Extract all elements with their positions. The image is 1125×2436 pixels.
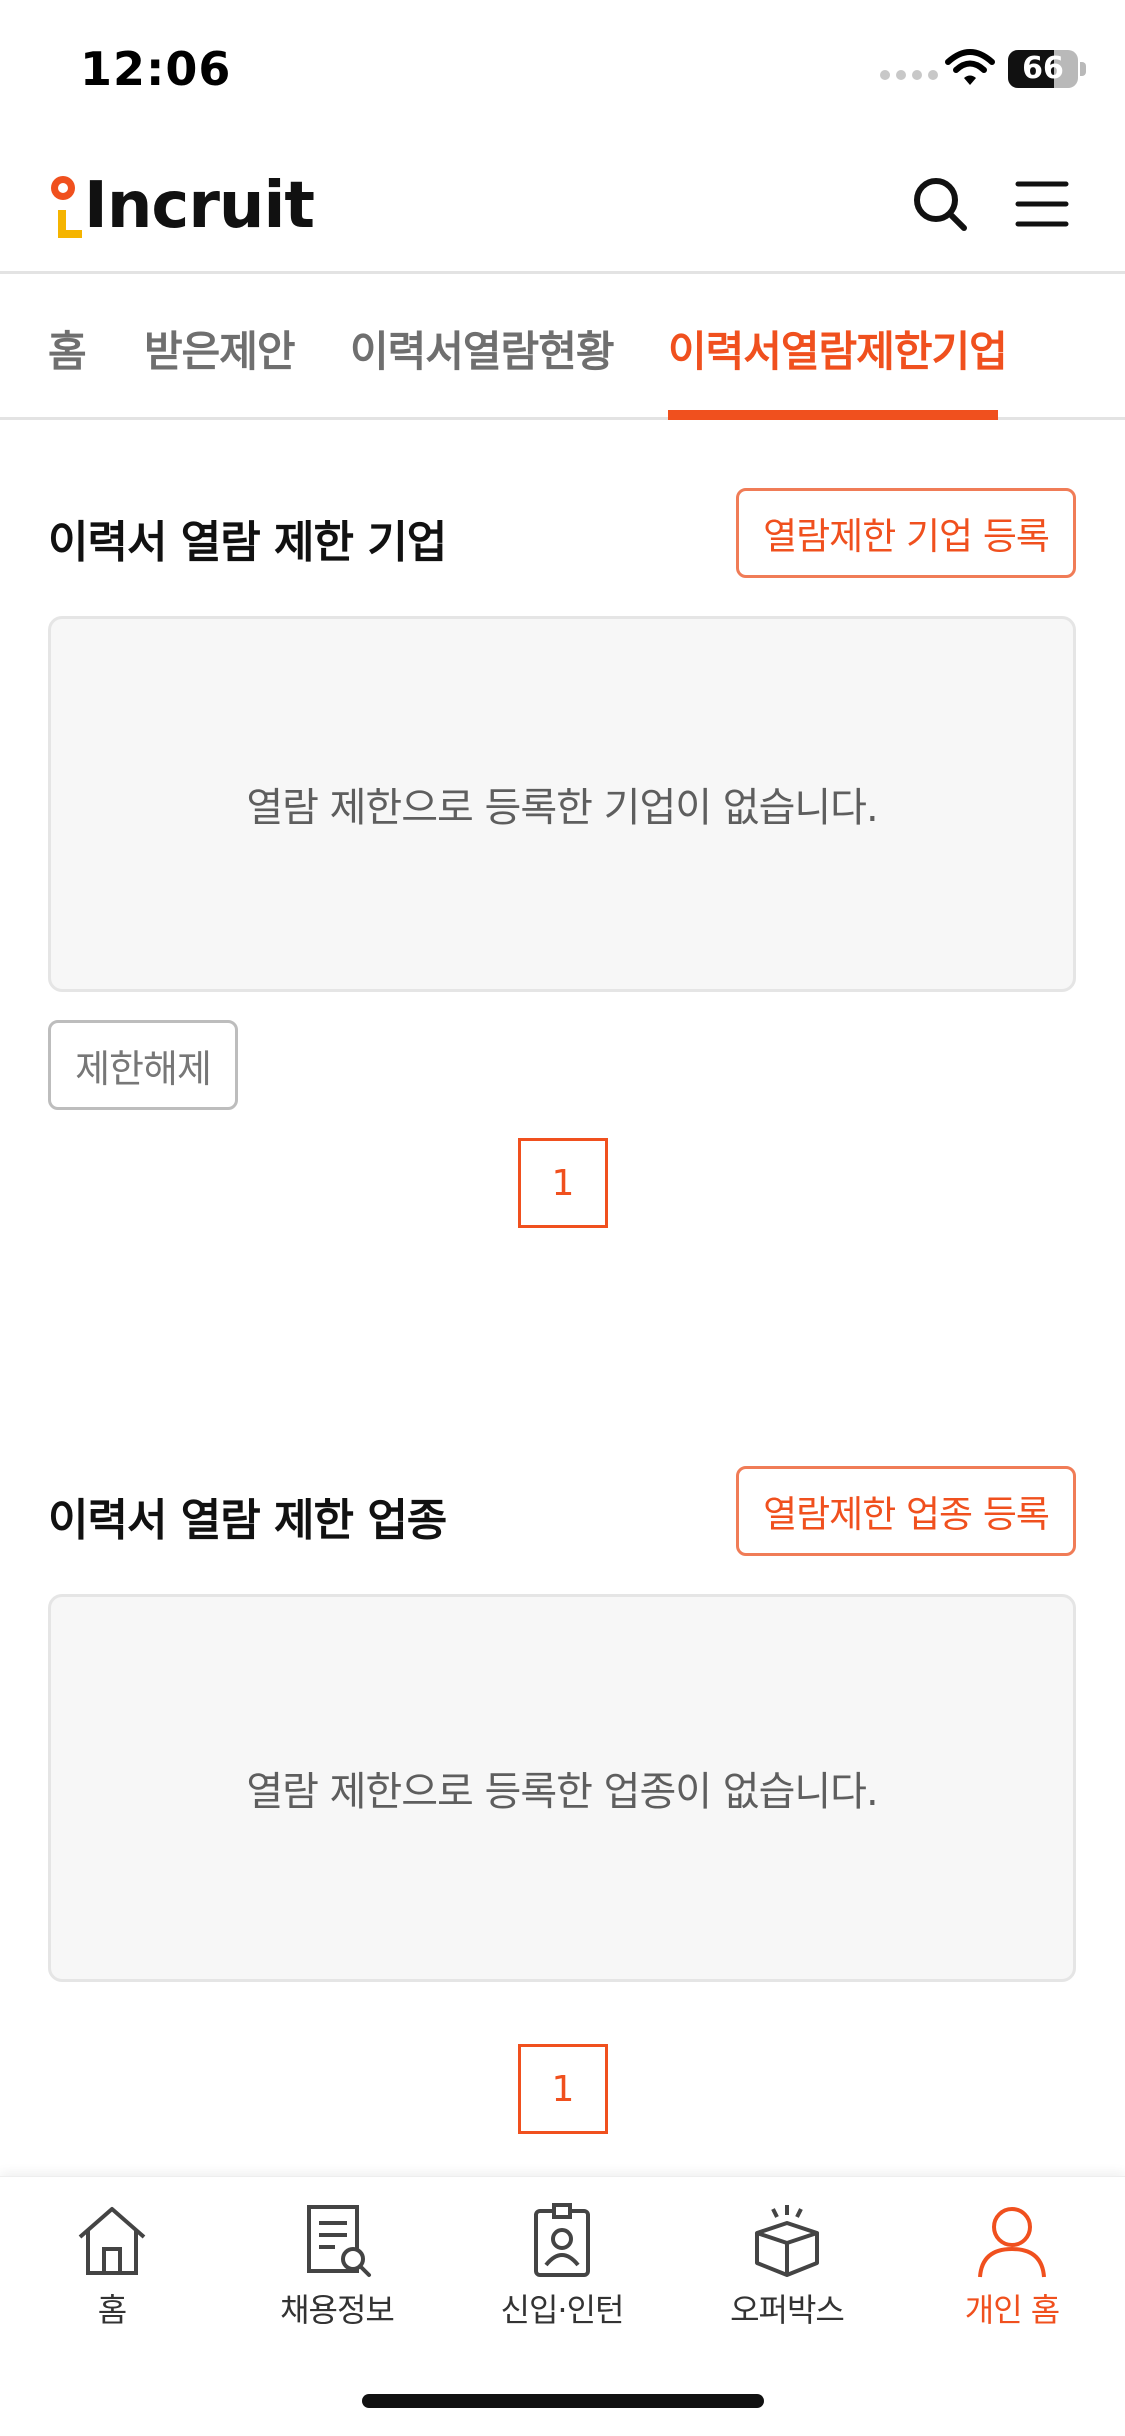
nav-newcomer-intern[interactable]: 신입·인턴 <box>472 2201 652 2331</box>
nav-home-label: 홈 <box>97 2291 127 2329</box>
cellular-signal-icon <box>880 70 938 80</box>
status-bar: 12:06 66 <box>0 0 1125 140</box>
nav-offer-box[interactable]: 오퍼박스 <box>697 2201 877 2331</box>
company-empty-box: 열람 제한으로 등록한 기업이 없습니다. <box>48 616 1076 992</box>
nav-newcomer-intern-label: 신입·인턴 <box>500 2291 625 2329</box>
app-screen: 12:06 66 Incruit 홈 받은제안 이력서열람현황 이력서열람제한기… <box>0 0 1125 2436</box>
active-tab-indicator <box>668 410 998 420</box>
nav-personal-home-label: 개인 홈 <box>964 2291 1060 2329</box>
home-indicator[interactable] <box>362 2394 764 2408</box>
release-restriction-button[interactable]: 제한해제 <box>48 1020 238 1110</box>
wifi-icon <box>945 49 995 85</box>
nav-offer-box-label: 오퍼박스 <box>730 2291 845 2329</box>
logo-mark-icon <box>51 176 82 238</box>
id-badge-icon <box>534 2203 590 2277</box>
company-page-1[interactable]: 1 <box>518 1138 608 1228</box>
gift-box-icon <box>755 2205 819 2277</box>
company-section-title: 이력서 열람 제한 기업 <box>48 517 447 568</box>
logo-text: Incruit <box>84 169 315 243</box>
industry-empty-box: 열람 제한으로 등록한 업종이 없습니다. <box>48 1594 1076 1982</box>
industry-section-title: 이력서 열람 제한 업종 <box>48 1495 447 1546</box>
search-icon[interactable] <box>910 174 970 234</box>
tab-bar: 홈 받은제안 이력서열람현황 이력서열람제한기업 <box>0 274 1125 420</box>
nav-job-info[interactable]: 채용정보 <box>247 2201 427 2331</box>
tab-resume-views[interactable]: 이력서열람현황 <box>350 318 614 379</box>
tab-home[interactable]: 홈 <box>48 318 87 379</box>
industry-page-1[interactable]: 1 <box>518 2044 608 2134</box>
register-company-button[interactable]: 열람제한 기업 등록 <box>736 488 1076 578</box>
register-industry-button[interactable]: 열람제한 업종 등록 <box>736 1466 1076 1556</box>
company-empty-message: 열람 제한으로 등록한 기업이 없습니다. <box>246 785 878 831</box>
nav-home[interactable]: 홈 <box>22 2201 202 2331</box>
status-time: 12:06 <box>80 42 232 96</box>
app-header: Incruit <box>0 140 1125 274</box>
industry-empty-message: 열람 제한으로 등록한 업종이 없습니다. <box>246 1769 878 1815</box>
battery-percent: 66 <box>1022 51 1064 86</box>
tab-restricted-companies[interactable]: 이력서열람제한기업 <box>668 318 1008 379</box>
hamburger-menu-icon[interactable] <box>1012 176 1072 232</box>
person-icon <box>978 2207 1046 2278</box>
document-search-icon <box>307 2205 371 2277</box>
battery-icon: 66 <box>1008 50 1086 88</box>
tab-received-offers[interactable]: 받은제안 <box>144 318 296 379</box>
house-icon <box>78 2207 146 2275</box>
incruit-logo[interactable]: Incruit <box>48 166 315 246</box>
nav-job-info-label: 채용정보 <box>280 2291 395 2329</box>
nav-personal-home[interactable]: 개인 홈 <box>922 2201 1102 2331</box>
